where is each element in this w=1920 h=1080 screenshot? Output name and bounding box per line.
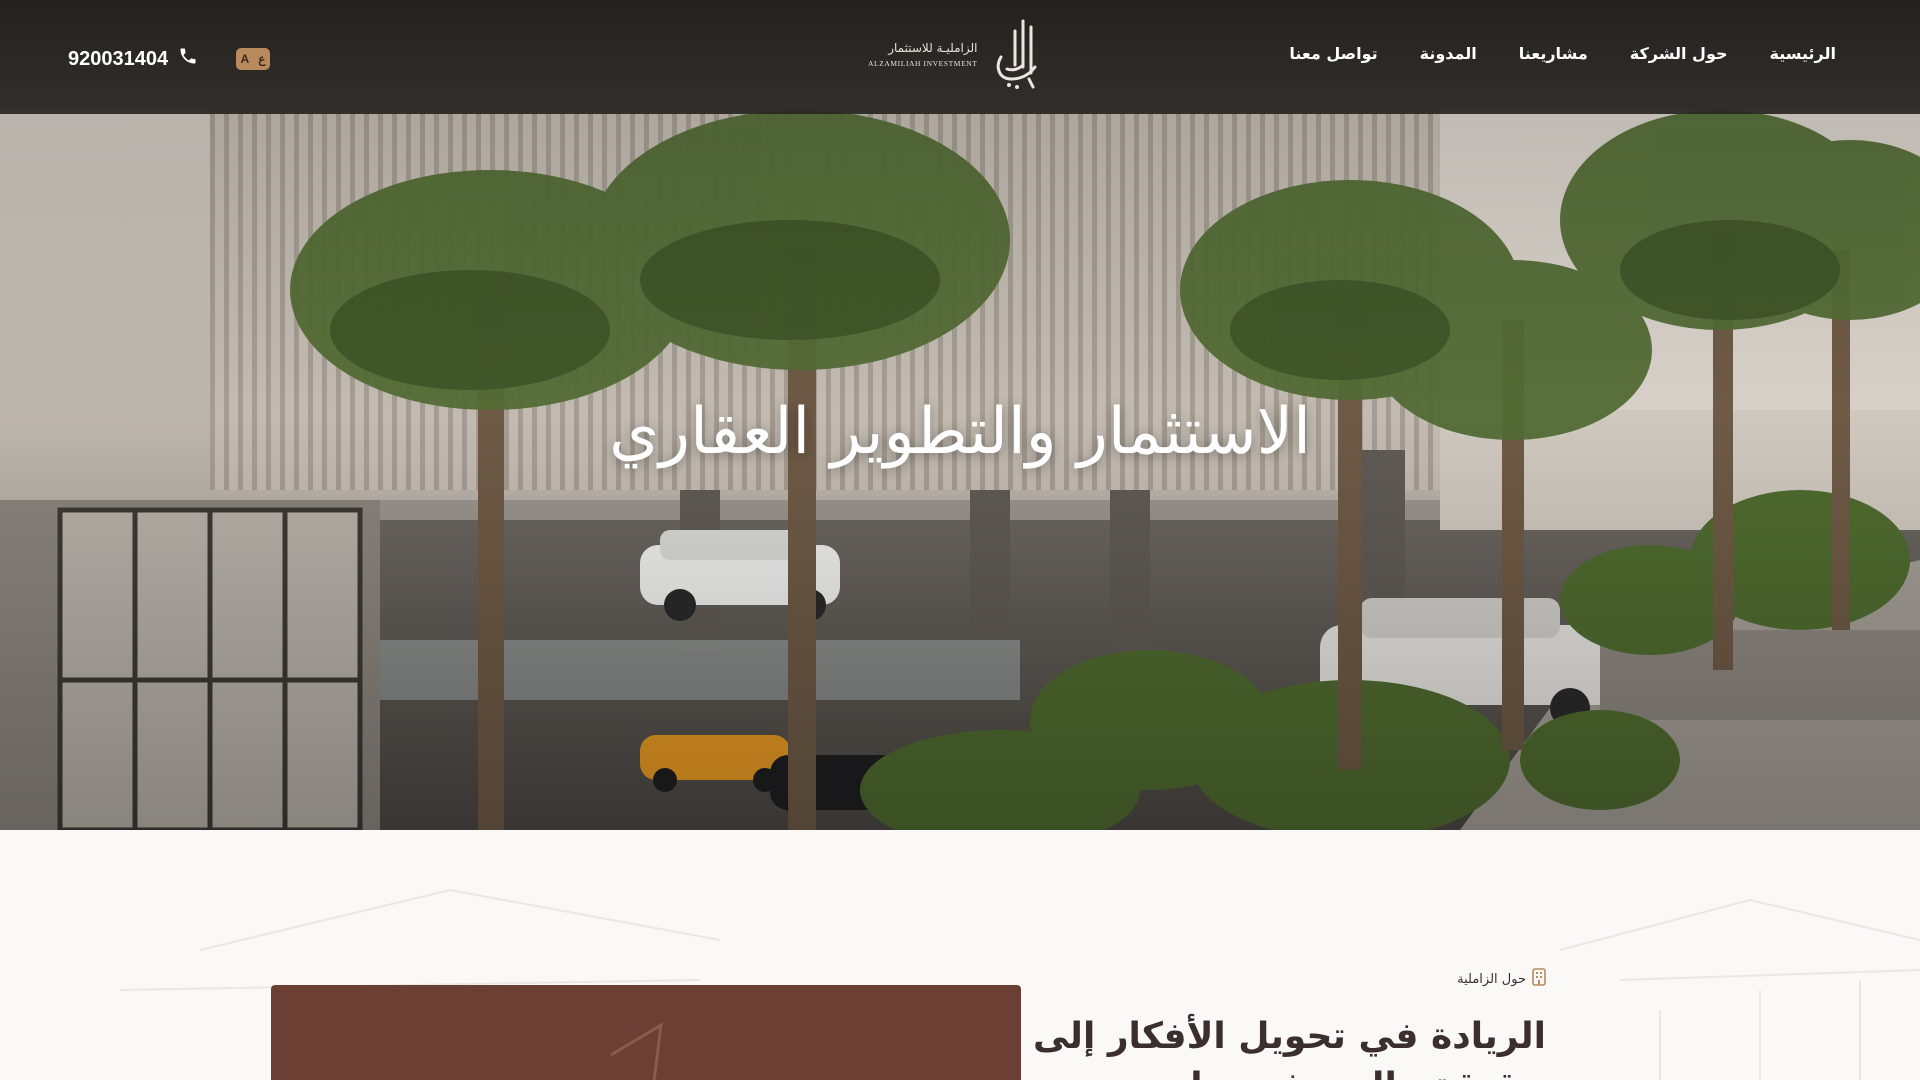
about-section: حول الزاملية الريادة في تحويل الأفكار إل… — [0, 830, 1920, 1080]
phone-contact[interactable]: 920031404 — [68, 46, 198, 72]
nav-contact[interactable]: تواصل معنا — [1289, 44, 1377, 63]
about-eyebrow: حول الزاملية — [1457, 968, 1546, 990]
main-navigation: الرئيسية حول الشركة مشاريعنا المدونة توا… — [1289, 44, 1836, 63]
building-icon — [1532, 968, 1546, 990]
logo-calligraphy-mark — [997, 19, 1037, 89]
nav-home[interactable]: الرئيسية — [1770, 44, 1837, 63]
logo-english-text: ALZAMILIAH INVESTMENT — [868, 58, 978, 68]
phone-icon — [178, 46, 198, 72]
nav-blog[interactable]: المدونة — [1420, 44, 1477, 63]
nav-projects[interactable]: مشاريعنا — [1519, 44, 1588, 63]
brand-logo[interactable]: الزامليـة للاستثمار ALZAMILIAH INVESTMEN… — [868, 16, 1048, 92]
about-media-card — [271, 985, 1021, 1080]
hero-title: الاستثمار والتطوير العقاري — [609, 395, 1311, 469]
logo-arabic-text: الزامليـة للاستثمار — [888, 40, 978, 55]
language-toggle-icon-a: A — [240, 52, 250, 66]
hero-section: الاستثمار والتطوير العقاري — [0, 0, 1920, 830]
logo-text-block: الزامليـة للاستثمار ALZAMILIAH INVESTMEN… — [868, 41, 977, 68]
about-heading: الريادة في تحويل الأفكار إلى حقيقة والبد… — [1033, 1016, 1546, 1080]
page: الاستثمار والتطوير العقاري 920031404 A ع… — [0, 0, 1920, 1080]
about-label-text: حول الزاملية — [1457, 971, 1526, 987]
about-media-decoration — [610, 1022, 663, 1080]
site-header: 920031404 A ع الزامليـة للاستثمار ALZAMI… — [0, 0, 1920, 114]
phone-number[interactable]: 920031404 — [68, 48, 168, 71]
language-toggle-icon-b: ع — [258, 52, 266, 66]
nav-about[interactable]: حول الشركة — [1630, 44, 1728, 63]
language-toggle-button[interactable]: A ع — [236, 48, 270, 70]
